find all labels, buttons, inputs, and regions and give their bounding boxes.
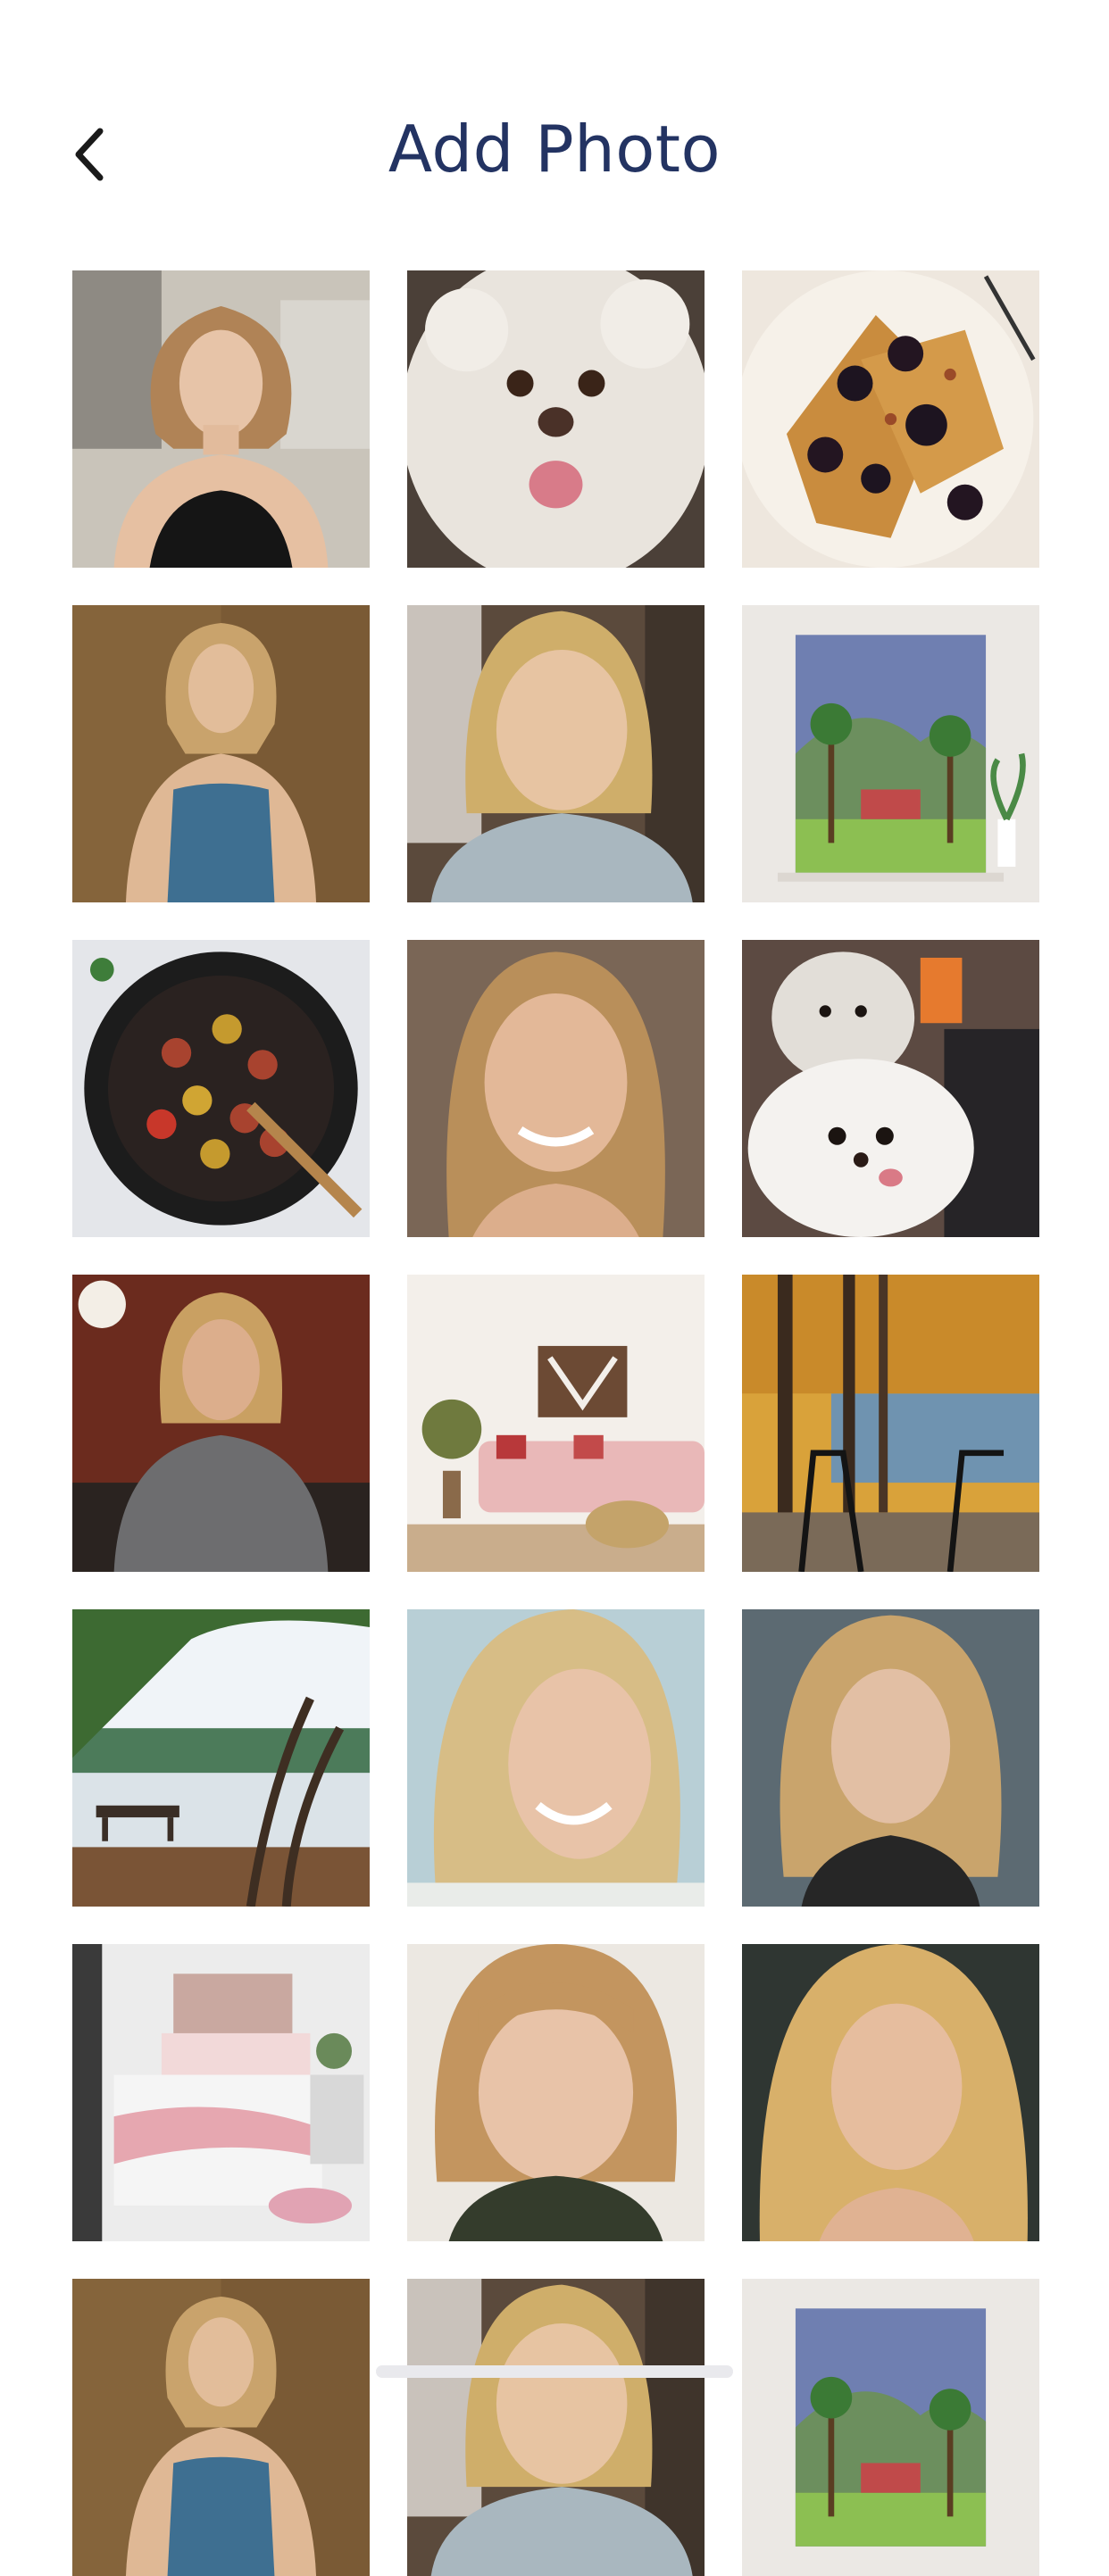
photo-tropical-painting[interactable] bbox=[742, 605, 1039, 902]
photo-french-toast-berries[interactable] bbox=[742, 270, 1039, 568]
photo-woman-blue-tank[interactable] bbox=[72, 605, 370, 902]
photo-woman-gray-shirt[interactable] bbox=[72, 1275, 370, 1572]
photo-woman-curly-smile[interactable] bbox=[407, 1609, 705, 1907]
photo-sausage-skillet[interactable] bbox=[72, 940, 370, 1237]
home-indicator bbox=[376, 2365, 733, 2378]
photo-woman-selfie[interactable] bbox=[407, 605, 705, 902]
photo-woman-curly-serious[interactable] bbox=[742, 1609, 1039, 1907]
photo-woman-black-top[interactable] bbox=[72, 270, 370, 568]
photo-woman-bangs[interactable] bbox=[407, 1944, 705, 2241]
photo-woman-selfie-2[interactable] bbox=[407, 2279, 705, 2576]
photo-two-dogs[interactable] bbox=[742, 940, 1039, 1237]
header: Add Photo bbox=[0, 0, 1109, 268]
photo-pink-living-room[interactable] bbox=[407, 1275, 705, 1572]
photo-bedroom[interactable] bbox=[72, 1944, 370, 2241]
photo-tropical-painting-2[interactable] bbox=[742, 2279, 1039, 2576]
photo-lake-bench[interactable] bbox=[72, 1609, 370, 1907]
photo-white-poodle[interactable] bbox=[407, 270, 705, 568]
page-title: Add Photo bbox=[388, 112, 721, 187]
photo-grid bbox=[72, 270, 1039, 2576]
photo-woman-long-hair[interactable] bbox=[742, 1944, 1039, 2241]
photo-autumn-lake[interactable] bbox=[742, 1275, 1039, 1572]
photo-woman-blue-tank-2[interactable] bbox=[72, 2279, 370, 2576]
photo-woman-smiling[interactable] bbox=[407, 940, 705, 1237]
